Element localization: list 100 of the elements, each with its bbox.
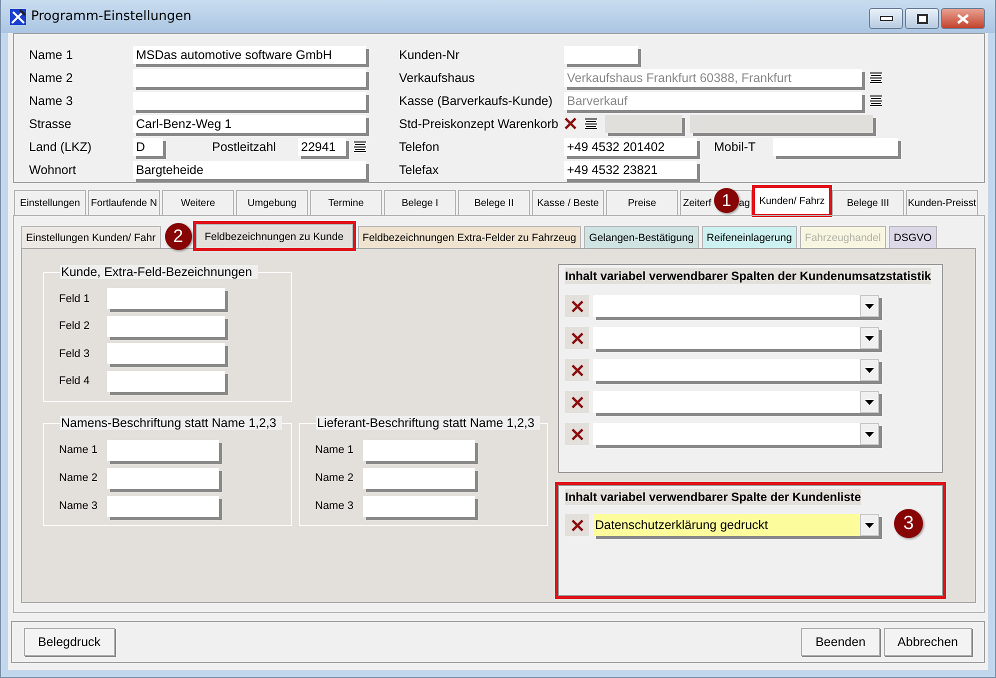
input-field[interactable]: 22941 [298,138,346,156]
x-icon [570,428,584,440]
tab[interactable]: Fortlaufende N [88,190,160,215]
tab[interactable]: Belege III [832,190,904,215]
field-label: Name 2 [315,472,355,484]
group-title: Namens-Beschriftung statt Name 1,2,3 [60,416,282,430]
caret-icon [865,336,874,340]
delete-button[interactable] [565,391,589,413]
field-label: Postleitzahl [212,140,277,154]
field-label: Name 2 [29,70,74,84]
input-field[interactable] [107,440,219,460]
input-field[interactable]: Carl-Benz-Weg 1 [133,114,366,132]
input-field[interactable] [773,138,898,156]
field-label: Feld 1 [59,292,91,305]
input-field[interactable] [133,92,366,110]
delete-button[interactable] [565,327,589,349]
field-label: Feld 2 [59,320,91,332]
delete-button[interactable] [565,359,589,381]
caret-icon [865,304,874,308]
x-icon [570,518,584,532]
tab[interactable]: Kunden-Preisst [906,190,978,215]
list-icon[interactable] [585,118,597,129]
input-field[interactable]: +49 4532 201402 [564,138,697,156]
button[interactable]: Beenden [801,628,880,656]
field-label: Name 1 [29,48,74,62]
field-label: Kasse (Barverkaufs-Kunde) [399,94,554,108]
button[interactable]: Abbrechen [884,628,972,656]
x-icon[interactable] [564,117,577,130]
input-field[interactable]: D [133,138,163,156]
field-label: Name 1 [59,444,99,456]
field-label: Kunden-Nr [399,48,460,62]
field-label: Feld 4 [59,375,91,388]
input-field[interactable]: +49 4532 23821 [564,160,697,178]
tab[interactable]: Feldbezeichnungen Extra-Felder zu Fahrzeug [358,226,582,248]
field-label: Name 2 [59,472,99,484]
tab[interactable]: Reifeneinlagerung [702,226,797,248]
caret-icon [865,522,874,528]
group-title: Inhalt variabel verwendbarer Spalten der Kundenumsatzstatistik [565,268,932,284]
tab[interactable]: Gelangen-Bestätigung [584,226,699,248]
close-icon [957,14,969,24]
x-icon [570,300,584,312]
input-field[interactable] [363,440,475,460]
field-label: Land (LKZ) [29,140,93,154]
input-field[interactable] [107,496,219,516]
field-label: Wohnort [29,162,78,176]
input-field[interactable] [690,114,873,132]
group-title: Kunde, Extra-Feld-Bezeichnungen [60,265,258,279]
delete-button[interactable] [565,514,589,536]
caret-icon [865,432,874,436]
input-field[interactable] [133,68,366,86]
field-label: Feld 3 [59,348,91,360]
x-icon [570,332,584,344]
tab[interactable]: Kasse / Beste [532,190,604,215]
tab[interactable]: Kunden/ Fahrz [754,187,830,215]
delete-button[interactable] [565,423,589,445]
delete-button[interactable] [565,295,589,317]
tab[interactable]: DSGVO [888,226,937,248]
close-button[interactable] [941,8,985,29]
field-label: Verkaufshaus [399,70,476,84]
callout-badge: 2 [164,223,192,250]
field-label: Telefon [399,140,440,154]
list-icon[interactable] [354,141,366,152]
group-title: Lieferant-Beschriftung statt Name 1,2,3 [316,416,540,430]
tab[interactable]: Belege I [384,190,456,215]
field-label: Name 1 [315,444,355,456]
dropdown[interactable]: Datenschutzerklärung gedruckt [593,514,879,536]
field-label: Telefax [399,162,440,176]
list-icon[interactable] [870,72,882,83]
input-field[interactable] [107,370,225,392]
tools-icon [10,8,26,24]
button[interactable]: Belegdruck [24,628,115,656]
window-title: Programm-Einstellungen [31,9,192,24]
group-title: Inhalt variabel verwendbarer Spalte der Kundenliste [565,489,862,505]
input-field[interactable] [107,316,225,337]
tab[interactable]: Umgebung [236,190,308,215]
minimize-button[interactable] [869,8,903,29]
input-field[interactable] [363,468,475,488]
input-field[interactable] [107,288,225,310]
input-field[interactable] [564,46,638,64]
tab[interactable]: Einstellungen [14,190,86,215]
tab[interactable]: Preise [606,190,678,215]
input-field[interactable] [363,496,475,516]
caret-icon [865,368,874,372]
input-field[interactable]: Bargteheide [133,160,366,178]
input-field[interactable] [107,343,225,364]
x-icon [570,364,584,376]
tab[interactable]: Feldbezeichnungen zu Kunde [196,224,353,248]
tab[interactable]: Einstellungen Kunden/ Fahr [21,226,161,248]
input-field[interactable] [605,114,682,132]
tab[interactable]: Termine [310,190,382,215]
maximize-button[interactable] [905,8,939,29]
tab[interactable]: Weitere [162,190,234,215]
field-label: Name 3 [59,500,99,512]
field-label: Name 3 [29,94,74,108]
tab[interactable]: Belege II [458,190,530,215]
input-field[interactable] [107,468,219,488]
input-field[interactable]: MSDas automotive software GmbH [133,46,366,64]
caret-icon [865,400,874,404]
field-label: Strasse [29,116,72,130]
list-icon[interactable] [870,95,882,106]
